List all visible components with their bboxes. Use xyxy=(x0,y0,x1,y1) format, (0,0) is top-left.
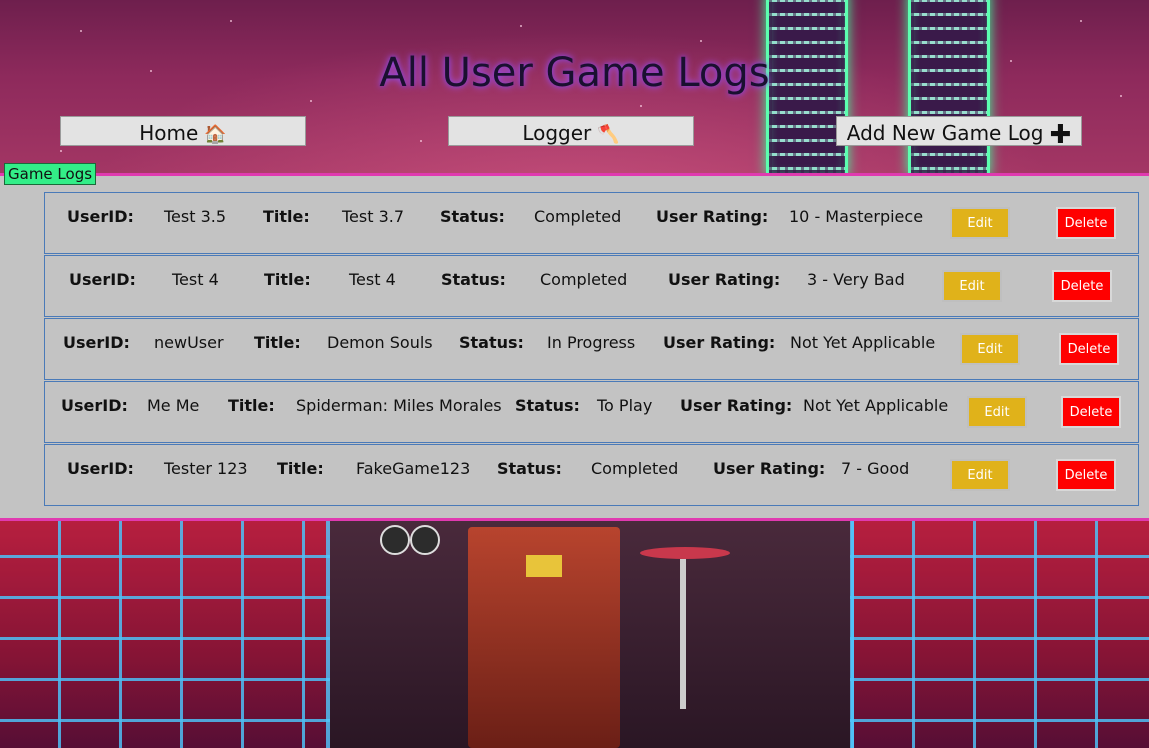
wall-sign-icon xyxy=(410,525,440,555)
rating-label: User Rating: xyxy=(680,396,793,415)
delete-button[interactable]: Delete xyxy=(1059,333,1119,365)
bar-stool xyxy=(640,547,730,559)
rating-value: Not Yet Applicable xyxy=(790,333,936,352)
title-value: Spiderman: Miles Morales xyxy=(296,396,502,415)
user-id-value: Test 4 xyxy=(172,270,219,289)
rating-value: 10 - Masterpiece xyxy=(789,207,924,226)
delete-button[interactable]: Delete xyxy=(1056,459,1116,491)
rating-label: User Rating: xyxy=(668,270,781,289)
edit-button[interactable]: Edit xyxy=(942,270,1002,302)
title-value: FakeGame123 xyxy=(356,459,471,478)
home-button-label: Home xyxy=(139,121,199,145)
status-label: Status: xyxy=(440,207,505,226)
delete-button[interactable]: Delete xyxy=(1061,396,1121,428)
bar-stool-leg xyxy=(680,559,686,709)
edit-button[interactable]: Edit xyxy=(967,396,1027,428)
user-id-label: UserID: xyxy=(69,270,136,289)
log-card: UserID: Test 4 Title: Test 4 Status: Com… xyxy=(44,255,1139,317)
status-label: Status: xyxy=(441,270,506,289)
background-bottom-scene xyxy=(0,517,1149,748)
wall-sign-icon xyxy=(380,525,410,555)
delete-button[interactable]: Delete xyxy=(1056,207,1116,239)
edit-button[interactable]: Edit xyxy=(950,207,1010,239)
logger-button[interactable]: Logger 🪓 xyxy=(448,116,694,146)
rating-value: Not Yet Applicable xyxy=(803,396,949,415)
rating-value: 3 - Very Bad xyxy=(807,270,905,289)
title-label: Title: xyxy=(263,207,310,226)
status-value: Completed xyxy=(540,270,628,289)
page-title: All User Game Logs xyxy=(379,50,770,96)
status-value: To Play xyxy=(597,396,653,415)
log-card: UserID: Me Me Title: Spiderman: Miles Mo… xyxy=(44,381,1139,443)
status-value: Completed xyxy=(591,459,679,478)
user-id-value: Me Me xyxy=(147,396,200,415)
edit-button[interactable]: Edit xyxy=(960,333,1020,365)
game-logs-panel: UserID: Test 3.5 Title: Test 3.7 Status:… xyxy=(0,173,1149,521)
arcade-cabinet xyxy=(468,527,620,748)
rating-label: User Rating: xyxy=(656,207,769,226)
status-label: Status: xyxy=(515,396,580,415)
title-value: Test 3.7 xyxy=(342,207,405,226)
user-id-label: UserID: xyxy=(61,396,128,415)
title-label: Title: xyxy=(228,396,275,415)
logger-button-label: Logger xyxy=(522,121,592,145)
rating-label: User Rating: xyxy=(713,459,826,478)
log-card: UserID: Test 3.5 Title: Test 3.7 Status:… xyxy=(44,192,1139,254)
house-icon: 🏠 xyxy=(204,123,227,145)
status-value: Completed xyxy=(534,207,622,226)
title-label: Title: xyxy=(277,459,324,478)
delete-button[interactable]: Delete xyxy=(1052,270,1112,302)
status-value: In Progress xyxy=(547,333,636,352)
rating-value: 7 - Good xyxy=(841,459,910,478)
axe-icon: 🪓 xyxy=(597,123,620,145)
arcade-screen xyxy=(526,555,562,577)
edit-button[interactable]: Edit xyxy=(950,459,1010,491)
home-button[interactable]: Home 🏠 xyxy=(60,116,306,146)
title-value: Demon Souls xyxy=(327,333,433,352)
user-id-label: UserID: xyxy=(67,207,134,226)
add-new-game-log-button[interactable]: Add New Game Log ✚ xyxy=(836,116,1082,150)
status-label: Status: xyxy=(459,333,524,352)
title-label: Title: xyxy=(264,270,311,289)
user-id-label: UserID: xyxy=(63,333,130,352)
user-id-label: UserID: xyxy=(67,459,134,478)
status-label: Status: xyxy=(497,459,562,478)
user-id-value: Test 3.5 xyxy=(164,207,227,226)
title-label: Title: xyxy=(254,333,301,352)
user-id-value: newUser xyxy=(154,333,224,352)
add-button-label: Add New Game Log xyxy=(846,121,1044,145)
plus-icon: ✚ xyxy=(1049,119,1072,150)
rating-label: User Rating: xyxy=(663,333,776,352)
log-card: UserID: newUser Title: Demon Souls Statu… xyxy=(44,318,1139,380)
title-value: Test 4 xyxy=(349,270,396,289)
log-card: UserID: Tester 123 Title: FakeGame123 St… xyxy=(44,444,1139,506)
section-label: Game Logs xyxy=(4,163,97,185)
user-id-value: Tester 123 xyxy=(164,459,248,478)
